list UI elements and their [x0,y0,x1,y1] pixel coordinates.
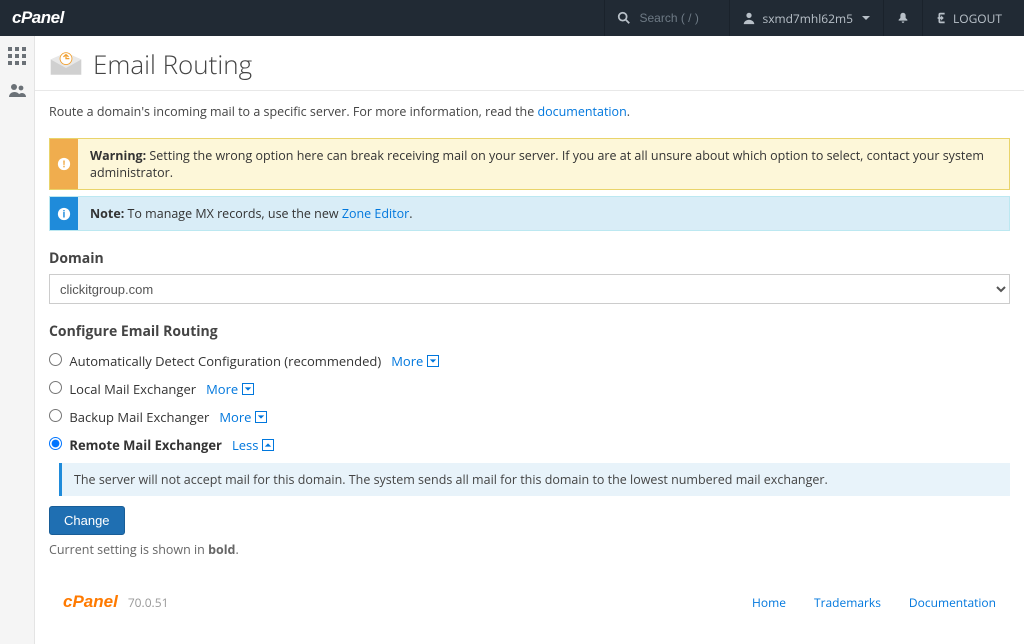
current-setting-hint: Current setting is shown in bold. [49,541,1010,558]
routing-radio-local[interactable] [49,381,62,394]
bell-icon [896,11,910,25]
warning-alert: ! Warning: Setting the wrong option here… [49,138,1010,190]
users-icon[interactable] [7,80,27,100]
global-search[interactable] [604,0,729,36]
page-title: Email Routing [93,46,252,82]
routing-option-auto[interactable]: Automatically Detect Configuration (reco… [49,347,1010,375]
logout-label: LOGOUT [953,10,1002,27]
warning-text: Setting the wrong option here can break … [90,147,984,181]
intro-text: Route a domain's incoming mail to a spec… [49,103,1010,120]
routing-heading: Configure Email Routing [49,322,1010,341]
routing-option-local-label-wrap[interactable]: Local Mail Exchanger [49,380,196,398]
more-label: More [391,352,423,370]
caret-down-icon [861,10,871,27]
logout-button[interactable]: LOGOUT [922,0,1014,36]
user-icon [742,11,756,25]
apps-grid-icon[interactable] [7,46,27,66]
note-label: Note: [90,205,124,222]
change-button[interactable]: Change [49,506,125,535]
domain-label: Domain [49,249,1010,268]
cpanel-logo[interactable]: cPanel [12,8,64,28]
footer-home-link[interactable]: Home [752,594,786,611]
chevron-up-icon [262,439,274,451]
routing-option-backup[interactable]: Backup Mail Exchanger More [49,403,1010,431]
routing-radio-backup[interactable] [49,409,62,422]
routing-option-backup-label-wrap[interactable]: Backup Mail Exchanger [49,408,209,426]
less-label: Less [232,436,258,454]
search-input[interactable] [637,10,717,26]
routing-option-remote[interactable]: Remote Mail Exchanger Less [49,431,1010,459]
user-menu[interactable]: sxmd7mhl62m5 [729,0,883,36]
more-toggle-auto[interactable]: More [391,352,439,370]
remote-description: The server will not accept mail for this… [59,463,1010,496]
sidebar [0,36,35,644]
routing-option-remote-label-wrap[interactable]: Remote Mail Exchanger [49,436,222,454]
chevron-down-icon [242,383,254,395]
footer-trademarks-link[interactable]: Trademarks [814,594,881,611]
hint-prefix: Current setting is shown in [49,541,208,558]
hint-bold: bold [208,541,235,558]
zone-editor-link[interactable]: Zone Editor [342,205,409,222]
more-label: More [206,380,238,398]
page-header: Email Routing [35,36,1024,91]
info-icon: i [50,197,78,230]
search-icon [617,11,631,25]
hint-suffix: . [235,541,238,558]
cpanel-footer-logo[interactable]: cPanel [63,592,118,612]
topbar: cPanel sxmd7mhl62m5 LOGOUT [0,0,1024,36]
routing-option-local[interactable]: Local Mail Exchanger More [49,375,1010,403]
footer: cPanel 70.0.51 Home Trademarks Documenta… [49,584,1010,624]
chevron-down-icon [427,355,439,367]
main: Email Routing Route a domain's incoming … [35,36,1024,644]
more-toggle-backup[interactable]: More [219,408,267,426]
routing-radio-auto[interactable] [49,353,62,366]
chevron-down-icon [255,411,267,423]
warning-label: Warning: [90,147,146,164]
routing-option-auto-label: Automatically Detect Configuration (reco… [69,352,381,370]
routing-option-remote-label: Remote Mail Exchanger [69,436,222,454]
less-toggle-remote[interactable]: Less [232,436,274,454]
version: 70.0.51 [128,594,169,611]
routing-option-auto-label-wrap[interactable]: Automatically Detect Configuration (reco… [49,352,381,370]
logout-icon [935,11,949,25]
routing-option-local-label: Local Mail Exchanger [69,380,196,398]
routing-radio-remote[interactable] [49,437,62,450]
info-alert: i Note: To manage MX records, use the ne… [49,196,1010,231]
svg-text:!: ! [63,158,66,171]
svg-text:i: i [63,207,66,220]
routing-option-backup-label: Backup Mail Exchanger [69,408,209,426]
more-label: More [219,408,251,426]
notifications-button[interactable] [883,0,922,36]
more-toggle-local[interactable]: More [206,380,254,398]
intro-suffix: . [627,103,630,120]
note-text-prefix: To manage MX records, use the new [124,205,342,222]
footer-documentation-link[interactable]: Documentation [909,594,996,611]
username: sxmd7mhl62m5 [762,10,853,27]
documentation-link[interactable]: documentation [537,103,626,120]
intro-prefix: Route a domain's incoming mail to a spec… [49,103,537,120]
email-routing-icon [49,51,83,77]
warning-icon: ! [50,139,78,189]
note-text-suffix: . [409,205,412,222]
domain-select[interactable]: clickitgroup.com [49,274,1010,304]
